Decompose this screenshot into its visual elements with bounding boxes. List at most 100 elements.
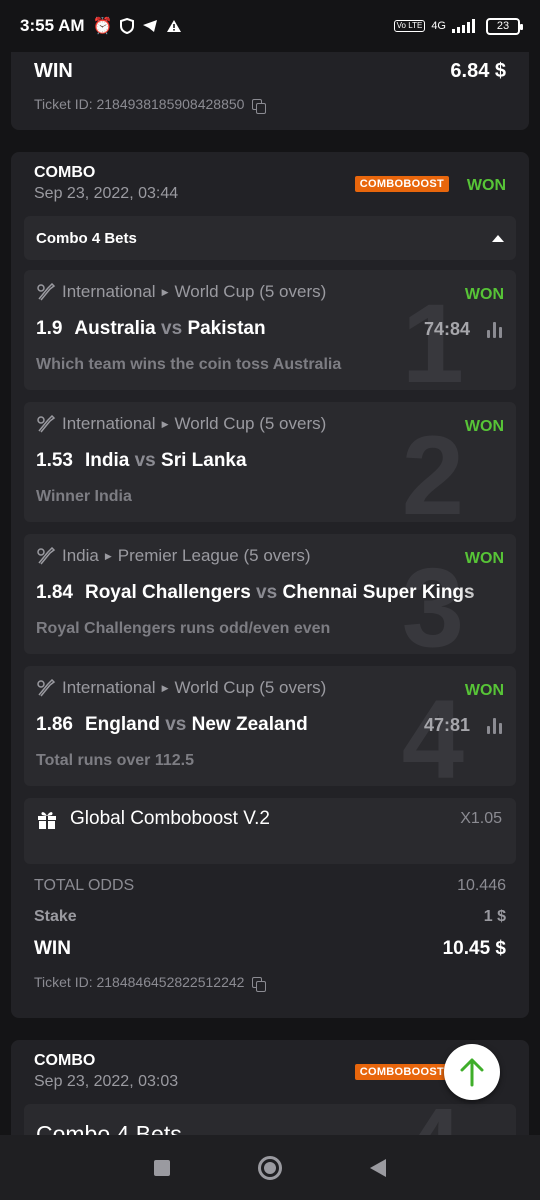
bet-region: International (62, 282, 156, 301)
combo-title: COMBO (34, 1052, 96, 1069)
win-label: WIN (34, 60, 73, 82)
stake-value: 1 $ (483, 908, 506, 925)
bet-item[interactable]: 1 International ▶ World Cup (5 overs) WO… (24, 270, 516, 390)
combo-date: Sep 23, 2022, 03:44 (34, 185, 179, 202)
bet-market: Winner India (36, 488, 132, 505)
bet-league: International ▶ World Cup (5 overs) (36, 282, 326, 302)
away-team: Sri Lanka (161, 450, 247, 471)
bet-item[interactable]: 3 India ▶ Premier League (5 overs) WON 1… (24, 534, 516, 654)
cricket-icon (37, 415, 56, 433)
total-odds-value: 10.446 (457, 877, 506, 894)
comboboost-badge: COMBOBOOST (354, 176, 449, 192)
scroll-to-top-button[interactable] (444, 1044, 500, 1100)
chevron-right-icon: ▶ (161, 418, 169, 429)
home-team: Royal Challengers (84, 582, 251, 603)
bet-tournament: Premier League (5 overs) (117, 546, 311, 565)
bet-status: WON (464, 286, 504, 303)
bet-status: WON (464, 418, 504, 435)
bet-market: Total runs over 112.5 (36, 752, 194, 769)
stats-icon[interactable] (487, 322, 502, 338)
bet-league: International ▶ World Cup (5 overs) (36, 678, 326, 698)
ticket-id-text: Ticket ID: 2184938185908428850 (34, 96, 245, 112)
shield-icon (120, 18, 135, 34)
bet-status: WON (464, 682, 504, 699)
copy-icon[interactable] (252, 976, 267, 992)
bet-match: 1.86 England vs New Zealand (36, 714, 308, 736)
bet-odds: 1.9 (36, 318, 63, 339)
warning-icon (167, 20, 182, 32)
back-button[interactable] (370, 1158, 386, 1177)
combo-header: COMBO Sep 23, 2022, 03:44 (34, 164, 178, 203)
home-team: India (84, 450, 130, 471)
win-label: WIN (34, 938, 71, 959)
bet-item[interactable]: 4 International ▶ World Cup (5 overs) WO… (24, 666, 516, 786)
bet-market: Which team wins the coin toss Australia (36, 356, 342, 373)
chevron-up-icon (492, 234, 504, 242)
win-amount: 10.45 $ (442, 938, 506, 959)
bet-league: India ▶ Premier League (5 overs) (36, 546, 311, 566)
bet-odds: 1.53 (36, 450, 73, 471)
alarm-icon: ⏰ (92, 18, 113, 35)
recents-button[interactable] (154, 1159, 170, 1176)
comboboost-multiplier: X1.05 (460, 810, 502, 827)
network-type: 4G (431, 20, 446, 32)
bet-odds: 1.86 (36, 714, 73, 735)
ticket-id: Ticket ID: 2184938185908428850 (34, 96, 267, 114)
ticket-id-text: Ticket ID: 2184846452822512242 (34, 974, 245, 990)
combo-bets-toggle[interactable]: Combo 4 Bets 4 (24, 1104, 516, 1135)
cricket-icon (37, 679, 56, 697)
status-badge: WON (466, 177, 506, 194)
bet-index-watermark: 4 (405, 1104, 461, 1135)
away-team: New Zealand (191, 714, 308, 735)
away-team: Chennai Super Kings (282, 582, 475, 603)
vs-label: vs (134, 450, 156, 471)
ticket-card: WIN 6.84 $ Ticket ID: 218493818590842885… (11, 52, 529, 130)
copy-icon[interactable] (252, 98, 267, 114)
bet-history-list[interactable]: WIN 6.84 $ Ticket ID: 218493818590842885… (0, 52, 540, 1135)
win-row: WIN 10.45 $ (34, 938, 506, 960)
combo-date: Sep 23, 2022, 03:03 (34, 1073, 179, 1090)
combo-bets-label: Combo 4 Bets (36, 1120, 182, 1136)
win-row: WIN 6.84 $ (34, 60, 506, 83)
bet-match: 1.9 Australia vs Pakistan (36, 318, 266, 340)
bet-status: WON (464, 550, 504, 567)
combo-header: COMBO Sep 23, 2022, 03:03 (34, 1052, 178, 1091)
arrow-up-icon (460, 1058, 484, 1087)
comboboost-badge: COMBOBOOST (354, 1064, 449, 1080)
stake-row: Stake 1 $ (34, 908, 506, 926)
clock: 3:55 AM (20, 16, 85, 35)
status-bar: 3:55 AM ⏰ Vo LTE 4G 23 (0, 0, 540, 52)
comboboost-row: Global Comboboost V.2 X1.05 (24, 798, 516, 864)
signal-icon (452, 19, 475, 33)
chevron-right-icon: ▶ (104, 550, 112, 561)
telegram-icon (143, 20, 158, 32)
volte-icon: Vo LTE (393, 20, 426, 32)
battery-icon: 23 (486, 17, 523, 35)
system-nav-bar (0, 1135, 540, 1200)
ticket-id: Ticket ID: 2184846452822512242 (34, 974, 267, 992)
stats-icon[interactable] (487, 718, 502, 734)
bet-league: International ▶ World Cup (5 overs) (36, 414, 326, 434)
comboboost-label: Global Comboboost V.2 (70, 808, 270, 829)
total-odds-row: TOTAL ODDS 10.446 (34, 877, 506, 895)
chevron-right-icon: ▶ (161, 286, 169, 297)
combo-bets-toggle[interactable]: Combo 4 Bets (24, 216, 516, 260)
win-amount: 6.84 $ (450, 60, 506, 82)
total-odds-label: TOTAL ODDS (34, 877, 135, 894)
chevron-right-icon: ▶ (161, 682, 169, 693)
bet-match: 1.53 India vs Sri Lanka (36, 450, 247, 472)
text-fade (456, 574, 516, 610)
bet-region: International (62, 678, 156, 697)
bet-tournament: World Cup (5 overs) (174, 414, 327, 433)
bet-item[interactable]: 2 International ▶ World Cup (5 overs) WO… (24, 402, 516, 522)
home-button[interactable] (258, 1155, 282, 1180)
away-team: Pakistan (187, 318, 266, 339)
vs-label: vs (161, 318, 183, 339)
bet-region: India (62, 546, 99, 565)
bet-tournament: World Cup (5 overs) (174, 678, 327, 697)
bet-match: 1.84 Royal Challengers vs Chennai Super … (36, 582, 475, 604)
cricket-icon (37, 283, 56, 301)
bet-region: International (62, 414, 156, 433)
bet-market: Royal Challengers runs odd/even even (36, 620, 331, 637)
match-score: 47:81 (423, 715, 470, 735)
